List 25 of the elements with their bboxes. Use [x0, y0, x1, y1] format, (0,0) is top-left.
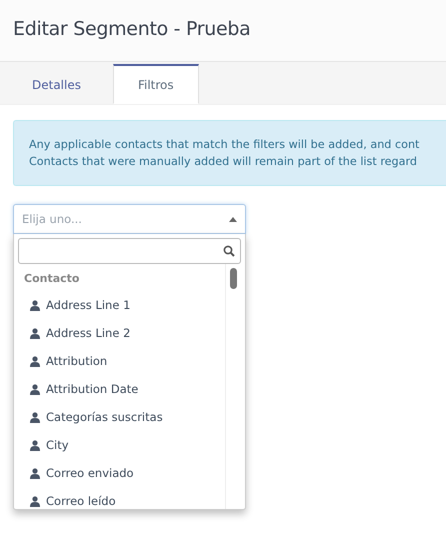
search-field[interactable] — [18, 238, 241, 264]
search-icon — [223, 245, 235, 257]
page-title: Editar Segmento - Prueba — [13, 18, 252, 40]
option-label[interactable]: City — [46, 438, 69, 452]
user-icon — [30, 412, 40, 422]
option-label[interactable]: Attribution Date — [46, 382, 138, 396]
user-icon — [30, 496, 40, 506]
alert-text: Any applicable contacts that match the filters will be added, and cont — [29, 138, 420, 151]
option-label[interactable]: Correo enviado — [46, 466, 134, 480]
user-icon — [30, 384, 40, 394]
option-label[interactable]: Address Line 2 — [46, 326, 130, 340]
option-label[interactable]: Correo leído — [46, 494, 116, 508]
user-icon — [30, 328, 40, 338]
option-label[interactable]: Attribution — [46, 354, 108, 368]
user-icon — [30, 468, 40, 478]
option-group-label: Contacto — [23, 271, 80, 287]
tab[interactable]: Detalles — [0, 64, 113, 104]
option-label[interactable]: Categorías suscritas — [46, 410, 163, 424]
user-icon — [30, 300, 40, 310]
option-label[interactable]: Address Line 1 — [46, 298, 130, 312]
select-placeholder: Elija uno... — [22, 212, 82, 226]
user-icon — [30, 356, 40, 366]
alert-text: Contacts that were manually added will remain part of the list regard — [29, 155, 418, 168]
user-icon — [30, 440, 40, 450]
tab[interactable]: Filtros — [112, 64, 199, 104]
